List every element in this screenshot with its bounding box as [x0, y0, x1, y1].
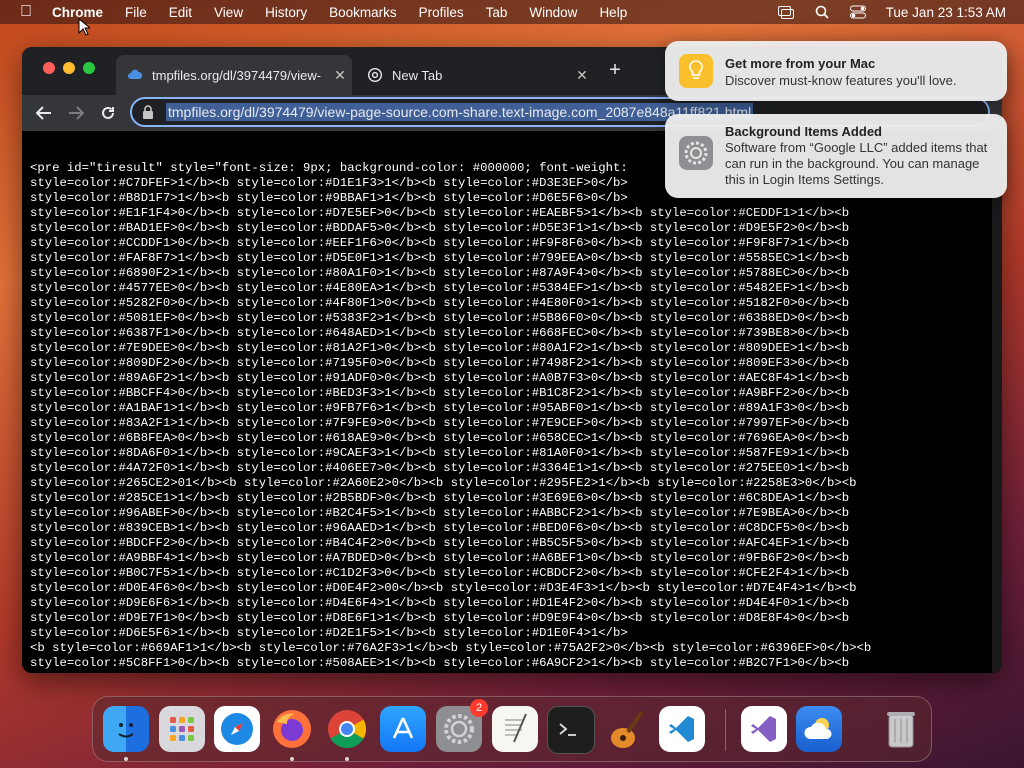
source-code: <pre id="tiresult" style="font-size: 9px…: [30, 161, 871, 671]
tab-title: tmpfiles.org/dl/3974479/view-: [152, 67, 322, 83]
page-source-content: <pre id="tiresult" style="font-size: 9px…: [22, 131, 1002, 673]
mouse-cursor-icon: [78, 18, 90, 36]
trash-icon[interactable]: [878, 706, 924, 752]
terminal-icon[interactable]: [547, 706, 595, 754]
scrollbar[interactable]: [992, 131, 1002, 673]
tab-tmpfiles[interactable]: tmpfiles.org/dl/3974479/view- ✕: [116, 55, 352, 95]
source-line: style=color:#6890F2>1</b><b style=color:…: [30, 266, 850, 280]
cloud-favicon-icon: [128, 68, 142, 82]
tab-title: New Tab: [392, 67, 443, 83]
source-line: style=color:#E1F1F4>0</b><b style=color:…: [30, 206, 850, 220]
menu-tab[interactable]: Tab: [486, 5, 508, 20]
source-line: style=color:#C7DFEF>1</b><b style=color:…: [30, 176, 628, 190]
source-line: style=color:#D6E5F6>1</b><b style=color:…: [30, 626, 628, 640]
close-window-button[interactable]: [43, 62, 55, 74]
source-line: style=color:#96ABEF>0</b><b style=color:…: [30, 506, 850, 520]
dock: 2: [92, 696, 932, 762]
site-info-icon[interactable]: [142, 105, 156, 119]
menu-view[interactable]: View: [214, 5, 243, 20]
screen-mirroring-icon[interactable]: [777, 5, 794, 19]
source-line: style=color:#839CEB>1</b><b style=color:…: [30, 521, 850, 535]
source-line: style=color:#809DF2>0</b><b style=color:…: [30, 356, 850, 370]
minimize-window-button[interactable]: [63, 62, 75, 74]
source-line: <b style=color:#669AF1>1</b><b style=col…: [30, 641, 872, 655]
menu-window[interactable]: Window: [529, 5, 577, 20]
maximize-window-button[interactable]: [83, 62, 95, 74]
source-line: style=color:#CCDDF1>0</b><b style=color:…: [30, 236, 850, 250]
gear-icon: [679, 136, 713, 170]
source-line: style=color:#5C8FF1>0</b><b style=color:…: [30, 656, 850, 670]
spotlight-search-icon[interactable]: [814, 5, 830, 19]
tab-new-tab[interactable]: New Tab ✕: [356, 55, 594, 95]
menu-help[interactable]: Help: [599, 5, 627, 20]
source-line: style=color:#5081EF>0</b><b style=color:…: [30, 311, 850, 325]
url-text[interactable]: tmpfiles.org/dl/3974479/view-page-source…: [166, 103, 754, 121]
source-line: style=color:#BBCFF4>0</b><b style=color:…: [30, 386, 850, 400]
source-line: style=color:#265CE2>01</b><b style=color…: [30, 476, 857, 490]
control-center-icon[interactable]: [849, 5, 866, 19]
source-line: style=color:#89A6F2>1</b><b style=color:…: [30, 371, 850, 385]
source-line: style=color:#83A2F1>1</b><b style=color:…: [30, 416, 850, 430]
chrome-icon[interactable]: [324, 706, 370, 752]
running-indicator: [124, 757, 128, 761]
notification-body: Software from “Google LLC” added items t…: [725, 140, 988, 187]
textedit-icon[interactable]: [492, 706, 538, 752]
menu-profiles[interactable]: Profiles: [419, 5, 464, 20]
forward-arrow-icon[interactable]: [64, 101, 88, 125]
notification-badge: 2: [470, 699, 488, 717]
notification-tips[interactable]: Get more from your Mac Discover must-kno…: [665, 41, 1007, 101]
source-line: style=color:#6387F1>0</b><b style=color:…: [30, 326, 850, 340]
system-settings-icon[interactable]: 2: [436, 699, 488, 752]
reload-icon[interactable]: [96, 101, 120, 125]
menu-file[interactable]: File: [125, 5, 147, 20]
visual-studio-icon[interactable]: [741, 706, 787, 752]
vscode-icon[interactable]: [659, 706, 705, 752]
lightbulb-icon: [679, 54, 713, 88]
running-indicator: [290, 757, 294, 761]
source-line: style=color:#FAF8F7>1</b><b style=color:…: [30, 251, 850, 265]
weather-icon[interactable]: [796, 706, 842, 752]
menu-edit[interactable]: Edit: [169, 5, 192, 20]
chrome-favicon-icon: [368, 68, 382, 82]
source-line: style=color:#D9E7F1>0</b><b style=color:…: [30, 611, 850, 625]
running-indicator: [345, 757, 349, 761]
source-line: style=color:#B8D1F7>1</b><b style=color:…: [30, 191, 628, 205]
finder-icon[interactable]: [103, 706, 149, 752]
notification-background-items[interactable]: Background Items Added Software from “Go…: [665, 114, 1007, 198]
source-line: style=color:#A1BAF1>1</b><b style=color:…: [30, 401, 850, 415]
menu-clock[interactable]: Tue Jan 23 1:53 AM: [886, 5, 1006, 20]
source-line: style=color:#4A72F0>1</b><b style=color:…: [30, 461, 850, 475]
new-tab-button[interactable]: +: [604, 59, 626, 83]
safari-icon[interactable]: [214, 706, 260, 752]
source-line: style=color:#8DA6F0>1</b><b style=color:…: [30, 446, 850, 460]
tab-close-icon[interactable]: ✕: [328, 67, 352, 84]
source-line: style=color:#BDCFF2>0</b><b style=color:…: [30, 536, 850, 550]
source-line: style=color:#BAD1EF>0</b><b style=color:…: [30, 221, 850, 235]
source-line: style=color:#6B8FEA>0</b><b style=color:…: [30, 431, 850, 445]
source-line: <pre id="tiresult" style="font-size: 9px…: [30, 161, 628, 175]
source-line: style=color:#5282F0>0</b><b style=color:…: [30, 296, 850, 310]
notification-title: Get more from your Mac: [725, 56, 876, 71]
source-line: style=color:#4577EE>0</b><b style=color:…: [30, 281, 850, 295]
menu-bar:  Chrome File Edit View History Bookmark…: [0, 0, 1024, 24]
notification-body: Discover must-know features you'll love.: [725, 73, 957, 88]
launchpad-icon[interactable]: [159, 706, 205, 752]
garageband-icon[interactable]: [603, 706, 649, 752]
source-line: style=color:#7E9DEE>0</b><b style=color:…: [30, 341, 850, 355]
menu-history[interactable]: History: [265, 5, 307, 20]
dock-separator: [725, 709, 726, 751]
back-arrow-icon[interactable]: [32, 101, 56, 125]
source-line: style=color:#285CE1>1</b><b style=color:…: [30, 491, 850, 505]
notification-title: Background Items Added: [725, 124, 882, 139]
source-line: style=color:#A9BBF4>1</b><b style=color:…: [30, 551, 850, 565]
source-line: style=color:#D0E4F6>0</b><b style=color:…: [30, 581, 857, 595]
firefox-icon[interactable]: [269, 706, 315, 752]
tab-close-icon[interactable]: ✕: [570, 67, 594, 84]
menu-bookmarks[interactable]: Bookmarks: [329, 5, 397, 20]
app-store-icon[interactable]: [380, 706, 426, 752]
source-line: style=color:#D9E6F6>1</b><b style=color:…: [30, 596, 850, 610]
apple-menu-icon[interactable]: : [0, 3, 52, 21]
source-line: style=color:#B0C7F5>1</b><b style=color:…: [30, 566, 850, 580]
